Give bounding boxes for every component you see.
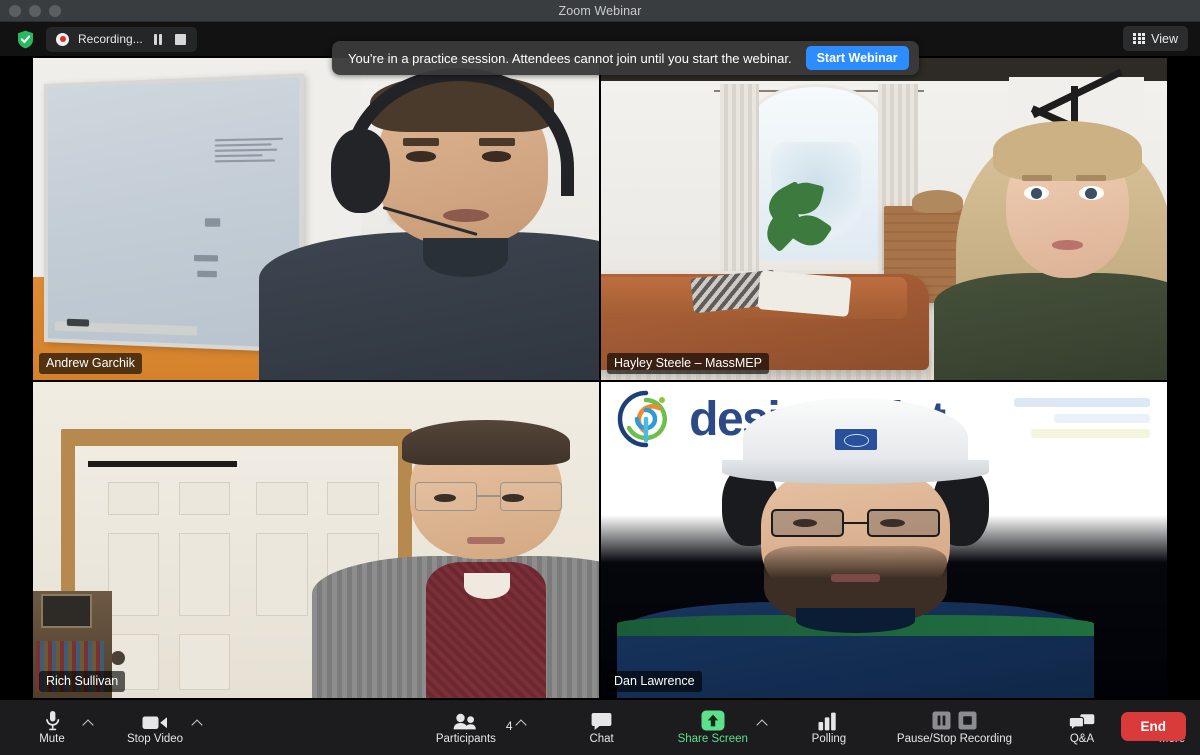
pause-recording-icon[interactable]	[152, 33, 165, 46]
video-grid: Andrew Garchik Hayley Steele – MassMEP R…	[0, 56, 1200, 700]
practice-session-banner: You're in a practice session. Attendees …	[332, 41, 919, 75]
participant-nametag: Andrew Garchik	[39, 353, 142, 374]
qa-bubbles-icon	[1069, 710, 1095, 731]
scene-living-room	[601, 58, 1167, 380]
participant-figure	[617, 397, 1095, 698]
chat-label: Chat	[589, 732, 614, 745]
view-button-label: View	[1151, 31, 1178, 46]
pause-stop-recording-button[interactable]: Pause/Stop Recording	[891, 703, 1018, 753]
participants-count: 4	[505, 718, 513, 733]
participant-nametag: Hayley Steele – MassMEP	[607, 353, 769, 374]
window-controls[interactable]	[0, 4, 61, 17]
practice-session-message: You're in a practice session. Attendees …	[348, 50, 792, 66]
scene-designpoint-slide: designpoint	[601, 382, 1167, 698]
video-tile-hayley-steele[interactable]: Hayley Steele – MassMEP	[601, 58, 1167, 380]
qa-label: Q&A	[1069, 732, 1095, 745]
close-button[interactable]	[9, 4, 21, 17]
chat-bubble-icon	[591, 710, 612, 731]
window-titlebar: Zoom Webinar	[0, 0, 1200, 22]
video-tile-andrew-garchik[interactable]: Andrew Garchik	[33, 58, 599, 380]
video-feed: designpoint	[601, 382, 1167, 698]
chat-button[interactable]: Chat	[574, 703, 630, 753]
pause-stop-recording-label: Pause/Stop Recording	[896, 732, 1012, 745]
share-options-chevron-icon[interactable]	[757, 718, 767, 728]
view-button[interactable]: View	[1123, 26, 1188, 51]
stop-recording-icon[interactable]	[174, 33, 187, 46]
participants-control-group: Participants 4	[430, 703, 526, 753]
share-screen-button[interactable]: Share Screen	[672, 703, 754, 753]
polling-label: Polling	[811, 732, 847, 745]
shield-check-icon[interactable]	[17, 30, 34, 49]
zoom-webinar-window: Zoom Webinar Recording... View You're in…	[0, 0, 1200, 755]
mute-label: Mute	[39, 732, 65, 745]
maximize-button[interactable]	[49, 4, 61, 17]
mute-button[interactable]: Mute	[24, 703, 80, 753]
participant-figure	[311, 419, 599, 698]
minimize-button[interactable]	[29, 4, 41, 17]
participants-label: Participants	[435, 732, 496, 745]
stop-video-label: Stop Video	[127, 732, 184, 745]
start-webinar-button[interactable]: Start Webinar	[805, 46, 909, 70]
qa-button[interactable]: Q&A	[1054, 703, 1110, 753]
recording-indicator: Recording...	[46, 26, 197, 52]
participants-icon	[452, 710, 480, 731]
window-title: Zoom Webinar	[558, 3, 642, 18]
video-tile-rich-sullivan[interactable]: Rich Sullivan	[33, 382, 599, 698]
end-button[interactable]: End	[1120, 712, 1186, 741]
record-dot-icon	[56, 32, 69, 46]
participant-figure	[258, 64, 599, 380]
share-screen-label: Share Screen	[677, 732, 748, 745]
participant-figure	[933, 116, 1167, 380]
video-feed	[33, 382, 599, 698]
video-control-group: Stop Video	[121, 703, 202, 753]
share-up-arrow-icon	[701, 710, 725, 731]
video-tile-dan-lawrence[interactable]: designpoint	[601, 382, 1167, 698]
mute-options-chevron-icon[interactable]	[83, 718, 93, 728]
camera-icon	[142, 710, 168, 731]
designpoint-swirl-icon	[615, 388, 677, 450]
stop-video-button[interactable]: Stop Video	[121, 703, 189, 753]
recording-controls-icon	[932, 710, 977, 731]
scene-home-door	[33, 382, 599, 698]
video-options-chevron-icon[interactable]	[192, 718, 202, 728]
recording-label: Recording...	[78, 32, 143, 46]
bar-chart-icon	[818, 710, 840, 731]
scene-office	[33, 58, 599, 380]
participants-button[interactable]: Participants	[430, 703, 502, 753]
mute-control-group: Mute	[24, 703, 93, 753]
polling-button[interactable]: Polling	[801, 703, 857, 753]
video-feed	[33, 58, 599, 380]
meeting-toolbar: Mute Stop Video Participants 4 Chat Shar…	[0, 700, 1200, 755]
microphone-icon	[45, 710, 60, 731]
video-feed	[601, 58, 1167, 380]
participant-nametag: Dan Lawrence	[607, 671, 702, 692]
participants-options-chevron-icon[interactable]	[516, 718, 526, 728]
share-screen-control-group: Share Screen	[672, 703, 767, 753]
participant-nametag: Rich Sullivan	[39, 671, 126, 692]
grid-icon	[1133, 32, 1146, 45]
